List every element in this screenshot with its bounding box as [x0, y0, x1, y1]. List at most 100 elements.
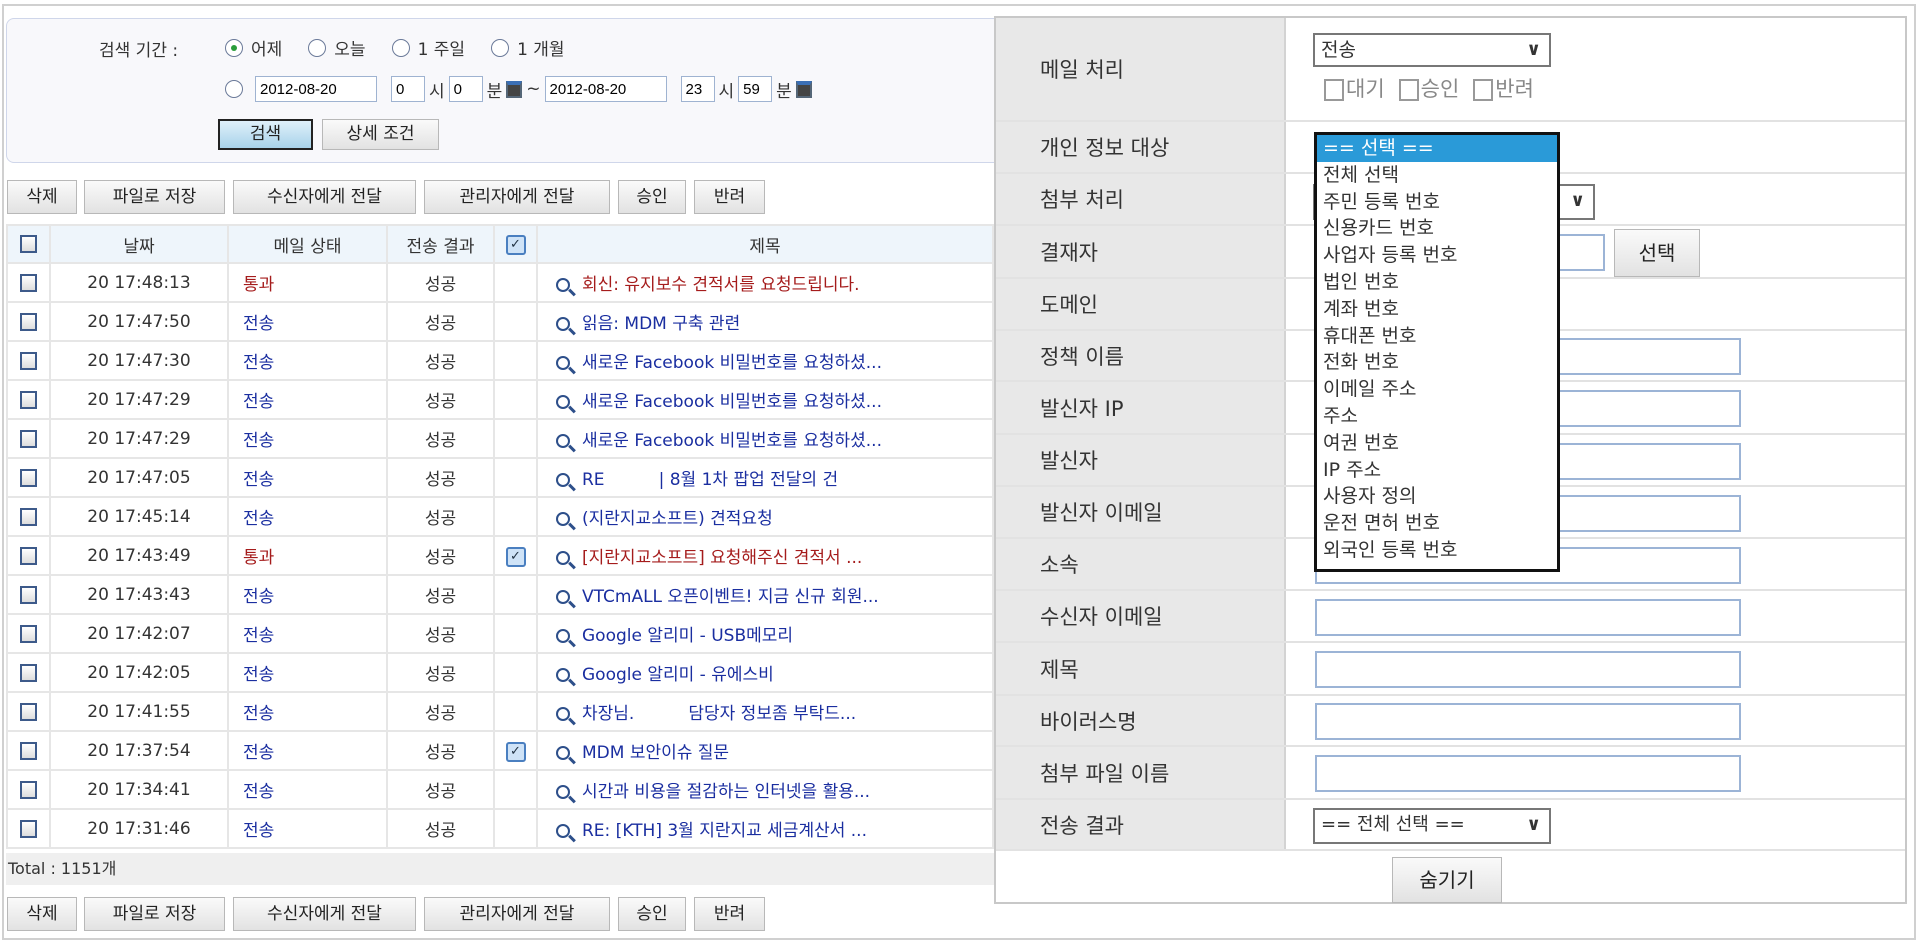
- dropdown-option[interactable]: 운전 면허 번호: [1317, 510, 1557, 537]
- preview-magnifier-icon[interactable]: [556, 434, 570, 448]
- table-row[interactable]: 20 17:43:49 통과 성공 ✓ [지란지교소프트] 요청해주신 견적서 …: [6, 535, 994, 576]
- radio-button[interactable]: [391, 38, 410, 57]
- detail-input[interactable]: [1315, 598, 1741, 636]
- row-subject-link[interactable]: 새로운 Facebook 비밀번호를 요청하셨...: [582, 431, 882, 451]
- row-checkbox[interactable]: [20, 468, 37, 487]
- table-row[interactable]: 20 17:42:07 전송 성공 Google 알리미 - USB메모리: [6, 613, 994, 654]
- toolbar-button[interactable]: 승인: [618, 180, 686, 214]
- row-checkbox[interactable]: [20, 663, 37, 682]
- toolbar-button[interactable]: 반려: [694, 180, 765, 214]
- detail-input[interactable]: [1315, 703, 1741, 740]
- dropdown-option[interactable]: IP 주소: [1317, 457, 1557, 484]
- preview-magnifier-icon[interactable]: [556, 824, 570, 838]
- preview-magnifier-icon[interactable]: [556, 356, 570, 370]
- preview-magnifier-icon[interactable]: [556, 785, 570, 799]
- row-checkbox[interactable]: [20, 390, 37, 409]
- preview-magnifier-icon[interactable]: [556, 473, 570, 487]
- row-subject-link[interactable]: Google 알리미 - 유에스비: [582, 665, 774, 685]
- header-mail-status[interactable]: 메일 상태: [227, 224, 388, 264]
- custom-range-radio[interactable]: [225, 80, 243, 98]
- dropdown-option[interactable]: 휴대폰 번호: [1317, 323, 1557, 350]
- detail-input[interactable]: [1315, 755, 1741, 792]
- row-checkbox[interactable]: [20, 273, 37, 292]
- row-subject-link[interactable]: MDM 보안이슈 질문: [582, 743, 729, 763]
- row-subject-link[interactable]: RE: [KTH] 3월 지란지교 세금계산서 ...: [582, 821, 867, 841]
- dropdown-option[interactable]: 법인 번호: [1317, 269, 1557, 296]
- table-row[interactable]: 20 17:45:14 전송 성공 (지란지교소프트) 견적요청: [6, 496, 994, 537]
- row-subject-link[interactable]: 시간과 비용을 절감하는 인터넷을 활용...: [582, 782, 870, 802]
- preview-magnifier-icon[interactable]: [556, 707, 570, 721]
- row-checkbox[interactable]: [20, 741, 37, 760]
- row-checkbox[interactable]: [20, 429, 37, 448]
- start-min-input[interactable]: [448, 76, 483, 102]
- radio-button[interactable]: [225, 38, 243, 57]
- calendar-icon[interactable]: [795, 80, 812, 98]
- privacy-target-dropdown-list[interactable]: == 선택 == 전체 선택 주민 등록 번호 신용카드 번호 사업자 등록 번호 법인 …: [1314, 132, 1560, 572]
- toolbar-button[interactable]: 수신자에게 전달: [233, 897, 416, 931]
- table-row[interactable]: 20 17:47:29 전송 성공 새로운 Facebook 비밀번호를 요청하…: [6, 379, 994, 420]
- period-option[interactable]: 1 주일: [391, 35, 465, 60]
- row-checkbox[interactable]: [20, 624, 37, 643]
- row-checkbox[interactable]: [20, 546, 37, 565]
- end-min-input[interactable]: [738, 76, 773, 102]
- start-date-input[interactable]: [255, 76, 377, 102]
- table-row[interactable]: 20 17:47:30 전송 성공 새로운 Facebook 비밀번호를 요청하…: [6, 340, 994, 381]
- toolbar-button[interactable]: 파일로 저장: [84, 180, 225, 214]
- radio-button[interactable]: [491, 38, 510, 57]
- mail-action-select[interactable]: 전송 ∨: [1313, 33, 1551, 67]
- row-subject-link[interactable]: VTCmALL 오픈이벤트! 지금 신규 회원...: [582, 587, 879, 607]
- radio-button[interactable]: [308, 38, 327, 57]
- row-checkbox[interactable]: [20, 819, 37, 838]
- table-row[interactable]: 20 17:41:55 전송 성공 차장님. 담당자 정보좀 부탁드...: [6, 691, 994, 732]
- send-result-select[interactable]: == 전체 선택 == ∨: [1313, 808, 1551, 844]
- preview-magnifier-icon[interactable]: [556, 590, 570, 604]
- row-subject-link[interactable]: 읽음: MDM 구축 관련: [582, 314, 740, 334]
- check-approve[interactable]: 승인: [1398, 73, 1459, 103]
- dropdown-option[interactable]: 주소: [1317, 403, 1557, 430]
- row-subject-link[interactable]: RE | 8월 1차 팝업 전달의 건: [582, 470, 838, 490]
- detail-input[interactable]: [1315, 651, 1741, 688]
- row-subject-link[interactable]: 새로운 Facebook 비밀번호를 요청하셨...: [582, 392, 882, 412]
- dropdown-option[interactable]: 사용자 정의: [1317, 483, 1557, 510]
- toolbar-button[interactable]: 승인: [618, 897, 686, 931]
- dropdown-option[interactable]: 사업자 등록 번호: [1317, 242, 1557, 269]
- preview-magnifier-icon[interactable]: [556, 629, 570, 643]
- toolbar-button[interactable]: 삭제: [7, 180, 77, 214]
- row-subject-link[interactable]: (지란지교소프트) 견적요청: [582, 509, 773, 529]
- approver-select-button[interactable]: 선택: [1614, 229, 1700, 277]
- table-row[interactable]: 20 17:34:41 전송 성공 시간과 비용을 절감하는 인터넷을 활용..…: [6, 769, 994, 810]
- row-checkbox[interactable]: [20, 351, 37, 370]
- header-send-result[interactable]: 전송 결과: [386, 224, 495, 264]
- table-row[interactable]: 20 17:31:46 전송 성공 RE: [KTH] 3월 지란지교 세금계산…: [6, 808, 994, 849]
- calendar-icon[interactable]: [506, 80, 523, 98]
- row-checkbox[interactable]: [20, 780, 37, 799]
- dropdown-option[interactable]: == 선택 ==: [1317, 135, 1557, 162]
- table-row[interactable]: 20 17:48:13 통과 성공 회신: 유지보수 견적서를 요청드립니다.: [6, 262, 994, 303]
- dropdown-option[interactable]: 외국인 등록 번호: [1317, 537, 1557, 564]
- dropdown-option[interactable]: 계좌 번호: [1317, 296, 1557, 323]
- toolbar-button[interactable]: 삭제: [7, 897, 77, 931]
- table-row[interactable]: 20 17:37:54 전송 성공 ✓ MDM 보안이슈 질문: [6, 730, 994, 771]
- dropdown-option[interactable]: 전화 번호: [1317, 349, 1557, 376]
- select-all-checkbox[interactable]: [20, 235, 37, 253]
- preview-magnifier-icon[interactable]: [556, 317, 570, 331]
- hide-button[interactable]: 숨기기: [1392, 857, 1502, 903]
- preview-magnifier-icon[interactable]: [556, 278, 570, 292]
- table-row[interactable]: 20 17:43:43 전송 성공 VTCmALL 오픈이벤트! 지금 신규 회…: [6, 574, 994, 615]
- header-date[interactable]: 날짜: [49, 224, 229, 264]
- dropdown-option[interactable]: 신용카드 번호: [1317, 215, 1557, 242]
- start-hour-input[interactable]: [391, 76, 425, 102]
- row-subject-link[interactable]: Google 알리미 - USB메모리: [582, 626, 793, 646]
- row-checkbox[interactable]: [20, 702, 37, 721]
- toolbar-button[interactable]: 파일로 저장: [84, 897, 225, 931]
- preview-magnifier-icon[interactable]: [556, 746, 570, 760]
- row-subject-link[interactable]: 새로운 Facebook 비밀번호를 요청하셨...: [582, 353, 882, 373]
- end-date-input[interactable]: [544, 76, 667, 102]
- row-subject-link[interactable]: 차장님. 담당자 정보좀 부탁드...: [582, 704, 856, 724]
- period-option[interactable]: 어제: [225, 35, 282, 60]
- table-row[interactable]: 20 17:47:05 전송 성공 RE | 8월 1차 팝업 전달의 건: [6, 457, 994, 498]
- check-reject[interactable]: 반려: [1473, 73, 1534, 103]
- preview-magnifier-icon[interactable]: [556, 512, 570, 526]
- search-button[interactable]: 검색: [218, 119, 313, 150]
- toolbar-button[interactable]: 관리자에게 전달: [424, 180, 610, 214]
